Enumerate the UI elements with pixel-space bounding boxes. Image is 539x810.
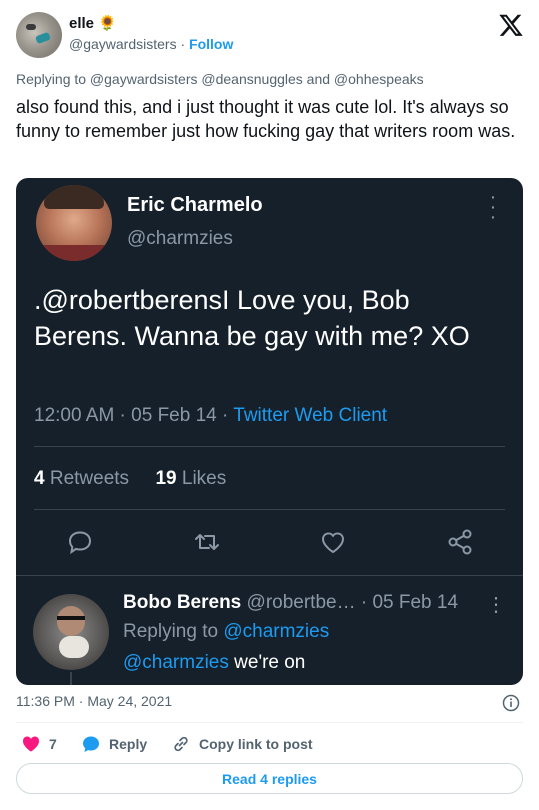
read-replies-button[interactable]: Read 4 replies	[16, 763, 523, 794]
link-icon	[174, 736, 188, 752]
info-icon[interactable]	[502, 694, 520, 712]
embed-reply-replying-prefix: Replying to	[123, 621, 224, 642]
embed-reply-text: @charmzies we're on	[123, 652, 305, 674]
follow-button[interactable]: Follow	[189, 36, 233, 52]
embed-author-handle: @charmzies	[127, 228, 233, 249]
embed-divider	[34, 446, 505, 447]
embed-avatar	[36, 185, 112, 261]
embed-retweets-label: Retweets	[44, 468, 130, 489]
embed-reply-avatar	[33, 594, 109, 670]
embed-likes-count: 19	[155, 468, 177, 489]
retweet-icon	[195, 534, 219, 550]
embed-divider	[16, 575, 523, 576]
embed-likes-label: Likes	[176, 468, 227, 489]
author-name[interactable]: elle 🌻	[69, 14, 117, 32]
share-icon	[448, 529, 472, 555]
reply-bubble-icon	[83, 736, 99, 752]
embed-reply-mention: @charmzies	[123, 652, 229, 673]
handle-separator: ·	[180, 36, 186, 52]
embed-actions	[16, 526, 523, 558]
heart-icon	[321, 532, 345, 554]
replying-to[interactable]: Replying to @gaywardsisters @deansnuggle…	[16, 71, 424, 87]
copy-link-label: Copy link to post	[199, 736, 313, 752]
embed-more-icon: · · ·	[489, 186, 497, 228]
post-body: also found this, and i just thought it w…	[16, 97, 516, 141]
embed-time: 12:00 AM · 05 Feb 14 ·	[34, 405, 234, 426]
embed-author-name: Eric Charmelo	[127, 194, 263, 216]
sunflower-emoji: 🌻	[98, 15, 117, 32]
embed-reply-replying-link: @charmzies	[223, 621, 330, 642]
embed-reply-name: Bobo Berens	[123, 592, 242, 613]
embed-client: Twitter Web Client	[233, 405, 388, 426]
divider	[16, 722, 523, 723]
like-button[interactable]: 7	[21, 734, 57, 754]
author-handle[interactable]: @gaywardsisters	[69, 36, 177, 52]
embed-stats: 4 Retweets 19 Likes	[34, 468, 226, 490]
post-timestamp[interactable]: 11:36 PM · May 24, 2021	[16, 693, 172, 709]
author-handle-line: @gaywardsisters · Follow	[69, 36, 233, 52]
embed-tweet-text: .@robertberensI Love you, Bob Berens. Wa…	[34, 285, 470, 351]
embed-reply-replying: Replying to @charmzies	[123, 621, 329, 643]
read-replies-label: Read 4 replies	[222, 770, 317, 787]
embed-reply-more-icon: ⋮	[486, 594, 506, 616]
like-count: 7	[49, 736, 57, 752]
embed-reply-header: Bobo Berens @robertbe… · 05 Feb 14	[123, 592, 458, 614]
thread-line	[70, 672, 72, 685]
reply-icon	[68, 531, 92, 555]
embed-reply-handle-date: @robertbe… · 05 Feb 14	[241, 592, 459, 613]
embedded-tweet-image[interactable]: Eric Charmelo @charmzies · · · .@robertber…	[16, 178, 523, 685]
x-logo-icon[interactable]	[498, 12, 524, 38]
embed-meta: 12:00 AM · 05 Feb 14 · Twitter Web Clien…	[34, 405, 387, 427]
embed-retweets-count: 4	[34, 468, 45, 489]
reply-button[interactable]: Reply	[81, 734, 147, 754]
embed-reply-rest: we're on	[228, 652, 306, 673]
copy-link-button[interactable]: Copy link to post	[171, 734, 313, 754]
author-avatar[interactable]	[16, 12, 62, 58]
heart-filled-icon	[22, 736, 40, 752]
reply-label: Reply	[109, 736, 148, 752]
embed-divider	[34, 509, 505, 510]
